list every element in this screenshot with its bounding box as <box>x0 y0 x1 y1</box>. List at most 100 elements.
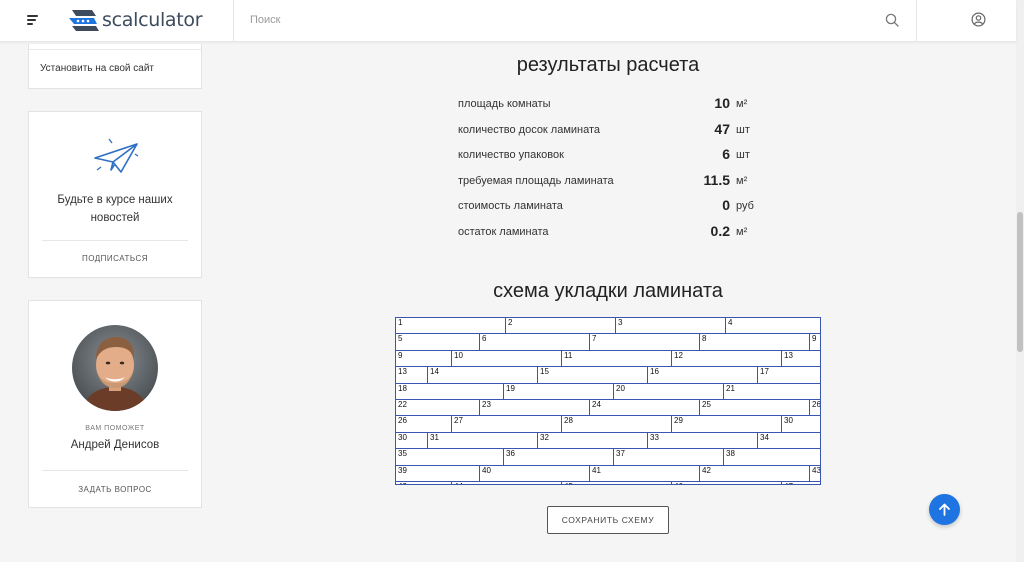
laminate-board: 25 <box>699 399 810 417</box>
result-unit: м² <box>736 225 748 238</box>
search-icon[interactable] <box>885 13 899 27</box>
laminate-board: 18 <box>396 382 504 400</box>
laminate-board: 33 <box>647 431 758 450</box>
result-label: количество досок ламината <box>458 123 601 136</box>
scheme-title: схема укладки ламината <box>493 280 723 302</box>
laminate-board: 9 <box>809 333 820 351</box>
board-number: 19 <box>506 383 515 393</box>
board-number: 12 <box>674 350 683 360</box>
search-input[interactable] <box>250 12 850 28</box>
board-number: 9 <box>398 350 403 360</box>
laminate-board: 13 <box>396 366 428 384</box>
laminate-board: 39 <box>396 464 480 482</box>
laminate-board: 12 <box>671 349 782 368</box>
board-number: 4 <box>728 318 733 327</box>
ask-question-button[interactable]: задать вопрос <box>29 485 201 494</box>
laminate-board: 47 <box>781 481 820 484</box>
subscribe-button[interactable]: подписаться <box>29 254 201 263</box>
header-divider <box>233 0 234 42</box>
scrollbar-thumb[interactable] <box>1017 212 1023 352</box>
board-number: 11 <box>564 350 573 360</box>
menu-icon[interactable] <box>27 13 41 27</box>
laminate-board: 3 <box>615 318 726 335</box>
helper-caption: вам поможет <box>85 425 145 432</box>
board-number: 26 <box>398 416 407 426</box>
arrow-up-icon <box>939 503 950 516</box>
logo-text: scalculator <box>102 9 203 31</box>
board-number: 39 <box>398 465 407 475</box>
board-number: 42 <box>702 465 711 475</box>
result-value: 0.2 <box>710 222 730 239</box>
header-divider <box>916 0 917 42</box>
result-label: остаток ламината <box>458 225 549 238</box>
result-value: 0 <box>722 197 730 214</box>
result-row: требуемая площадь ламината 11.5 м² <box>458 171 778 197</box>
laminate-board: 13 <box>781 349 820 368</box>
scrollbar[interactable] <box>1016 0 1024 562</box>
board-number: 15 <box>540 367 549 377</box>
board-number: 25 <box>702 400 711 409</box>
result-label: требуемая площадь ламината <box>458 174 614 187</box>
results-title: результаты расчета <box>516 54 700 76</box>
paper-plane-icon <box>94 138 139 173</box>
laminate-board: 5 <box>396 333 480 351</box>
laminate-board: 40 <box>479 464 590 482</box>
board-number: 1 <box>398 318 403 327</box>
laminate-board: 2 <box>505 318 616 335</box>
result-label: площадь комнаты <box>458 98 551 110</box>
laminate-board: 23 <box>479 399 590 417</box>
laminate-board: 26 <box>809 399 820 417</box>
user-icon[interactable] <box>971 12 986 27</box>
board-number: 13 <box>398 367 407 377</box>
laminate-board: 8 <box>699 333 810 351</box>
logo[interactable]: scalculator <box>66 5 203 35</box>
board-number: 18 <box>398 383 407 393</box>
board-number: 38 <box>726 449 735 459</box>
board-number: 5 <box>398 334 403 344</box>
board-number: 30 <box>784 416 793 426</box>
card-divider <box>29 49 201 50</box>
laminate-board: 19 <box>503 382 614 400</box>
laminate-board: 34 <box>757 431 820 450</box>
board-number: 32 <box>540 432 549 442</box>
laminate-board: 36 <box>503 448 614 466</box>
board-number: 6 <box>482 334 487 344</box>
laminate-board: 46 <box>671 481 782 484</box>
laminate-board: 14 <box>427 366 538 384</box>
board-number: 43 <box>812 465 821 475</box>
laminate-board: 11 <box>561 349 672 368</box>
laminate-board: 17 <box>757 366 820 384</box>
result-unit: шт <box>736 149 750 162</box>
laminate-board: 26 <box>396 415 452 433</box>
board-number: 22 <box>398 400 407 409</box>
results-list: площадь комнаты 10 м² количество досок лами… <box>458 94 778 248</box>
install-widget-link[interactable]: Установить на свой сайт <box>40 63 154 74</box>
laminate-board: 22 <box>396 399 480 417</box>
laminate-board: 9 <box>396 349 452 368</box>
install-card: Установить на свой сайт <box>28 44 202 89</box>
laminate-board: 7 <box>589 333 700 351</box>
laminate-layout-scheme: 1 2 3 4 5 6 7 8 9 9 10 11 12 13 13 14 15 16 17 18 19 20 21 22 23… <box>395 317 821 485</box>
result-value: 6 <box>722 146 730 163</box>
laminate-board: 42 <box>699 464 810 482</box>
board-number: 17 <box>760 367 769 377</box>
board-number: 8 <box>702 334 707 344</box>
result-row: площадь комнаты 10 м² <box>458 94 778 120</box>
laminate-board: 32 <box>537 431 648 450</box>
scroll-to-top-button[interactable] <box>929 494 960 525</box>
board-number: 16 <box>650 367 659 377</box>
expert-name: Андрей Денисов <box>70 439 160 451</box>
laminate-board: 30 <box>781 415 820 433</box>
laminate-board: 16 <box>647 366 758 384</box>
save-scheme-button[interactable]: сохранить схему <box>547 506 669 534</box>
result-label: стоимость ламината <box>458 200 563 213</box>
board-number: 27 <box>454 416 463 426</box>
board-number: 20 <box>616 383 625 393</box>
board-number: 28 <box>564 416 573 426</box>
board-number: 36 <box>506 449 515 459</box>
newsletter-text: Будьте в курсе наших новостей <box>57 194 173 224</box>
result-unit: м² <box>736 174 748 187</box>
board-number: 7 <box>592 334 597 344</box>
board-number: 9 <box>812 334 817 344</box>
laminate-board: 15 <box>537 366 648 384</box>
